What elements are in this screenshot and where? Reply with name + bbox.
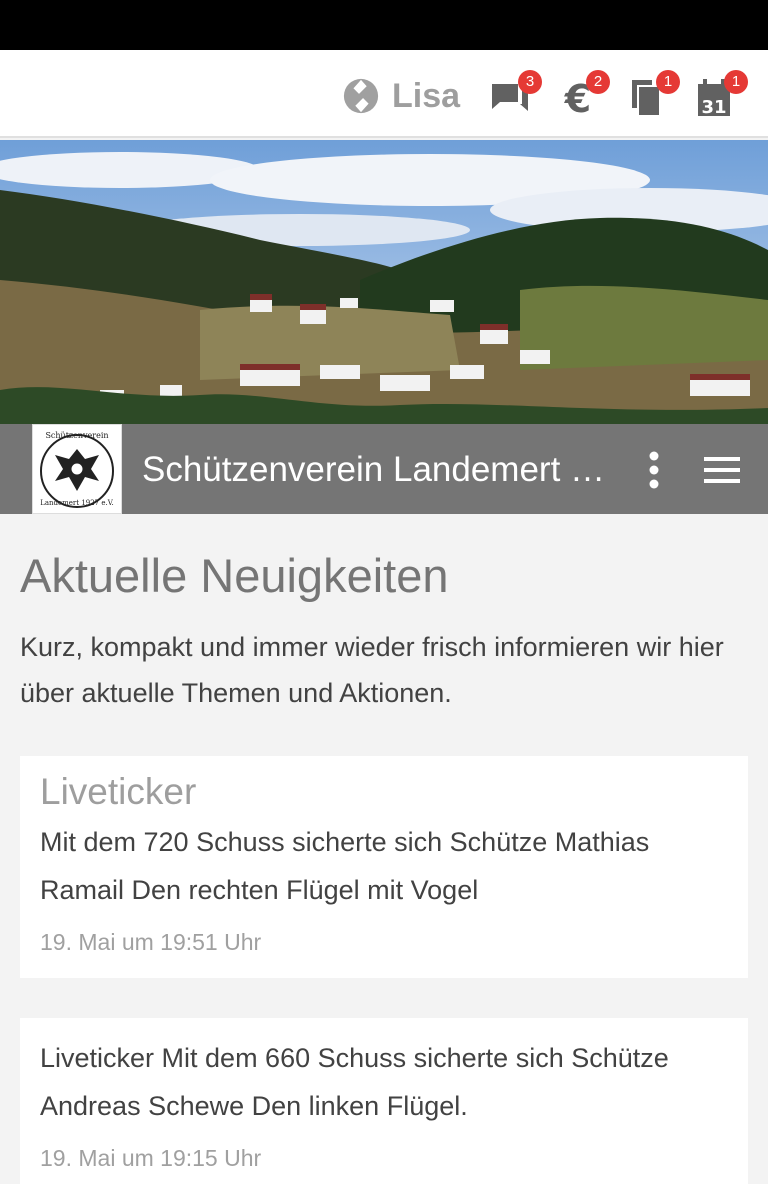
messages-badge: 3 — [518, 70, 542, 94]
more-options-button[interactable] — [636, 448, 672, 492]
news-card[interactable]: Liveticker Mit dem 660 Schuss sicherte s… — [20, 1018, 748, 1184]
news-timestamp: 19. Mai um 19:51 Uhr — [40, 929, 262, 955]
payments-button[interactable]: € 2 — [556, 70, 610, 121]
club-title: Schützenverein Landemert 1927 e.V. — [142, 450, 617, 489]
calendar-day: 31 — [701, 97, 726, 118]
news-text: Liveticker Mit dem 660 Schuss sicherte s… — [40, 1043, 669, 1121]
documents-button[interactable]: 1 — [626, 70, 680, 120]
documents-badge: 1 — [656, 70, 680, 94]
main-content: Aktuelle Neuigkeiten Kurz, kompakt und i… — [20, 514, 748, 716]
user-name: Lisa — [392, 76, 461, 115]
calendar-badge: 1 — [724, 70, 748, 94]
news-text: Mit dem 720 Schuss sicherte sich Schütze… — [40, 827, 650, 905]
page-title: Aktuelle Neuigkeiten — [20, 549, 449, 602]
svg-text:Landemert 1927 e.V.: Landemert 1927 e.V. — [40, 499, 114, 507]
status-bar — [0, 0, 768, 50]
top-bar: Lisa 3 € 2 1 31 1 — [0, 50, 768, 138]
hero-image — [0, 140, 768, 424]
more-vert-icon — [649, 451, 659, 489]
menu-icon — [704, 457, 740, 483]
payments-badge: 2 — [586, 70, 610, 94]
hamburger-menu-button[interactable] — [700, 448, 744, 492]
club-logo[interactable]: Schützenverein Landemert 1927 e.V. — [32, 424, 122, 514]
news-title: Liveticker — [40, 771, 197, 812]
news-card[interactable]: Liveticker Mit dem 720 Schuss sicherte s… — [20, 756, 748, 978]
calendar-button[interactable]: 31 1 — [694, 70, 748, 120]
user-app-icon — [343, 78, 379, 114]
news-timestamp: 19. Mai um 19:15 Uhr — [40, 1145, 262, 1171]
svg-text:Schützenverein: Schützenverein — [45, 431, 108, 440]
user-profile-button[interactable]: Lisa — [342, 76, 460, 116]
messages-button[interactable]: 3 — [488, 70, 542, 120]
club-bar: Schützenverein Landemert 1927 e.V. Schüt… — [0, 424, 768, 514]
intro-text: Kurz, kompakt und immer wieder frisch in… — [20, 632, 724, 708]
